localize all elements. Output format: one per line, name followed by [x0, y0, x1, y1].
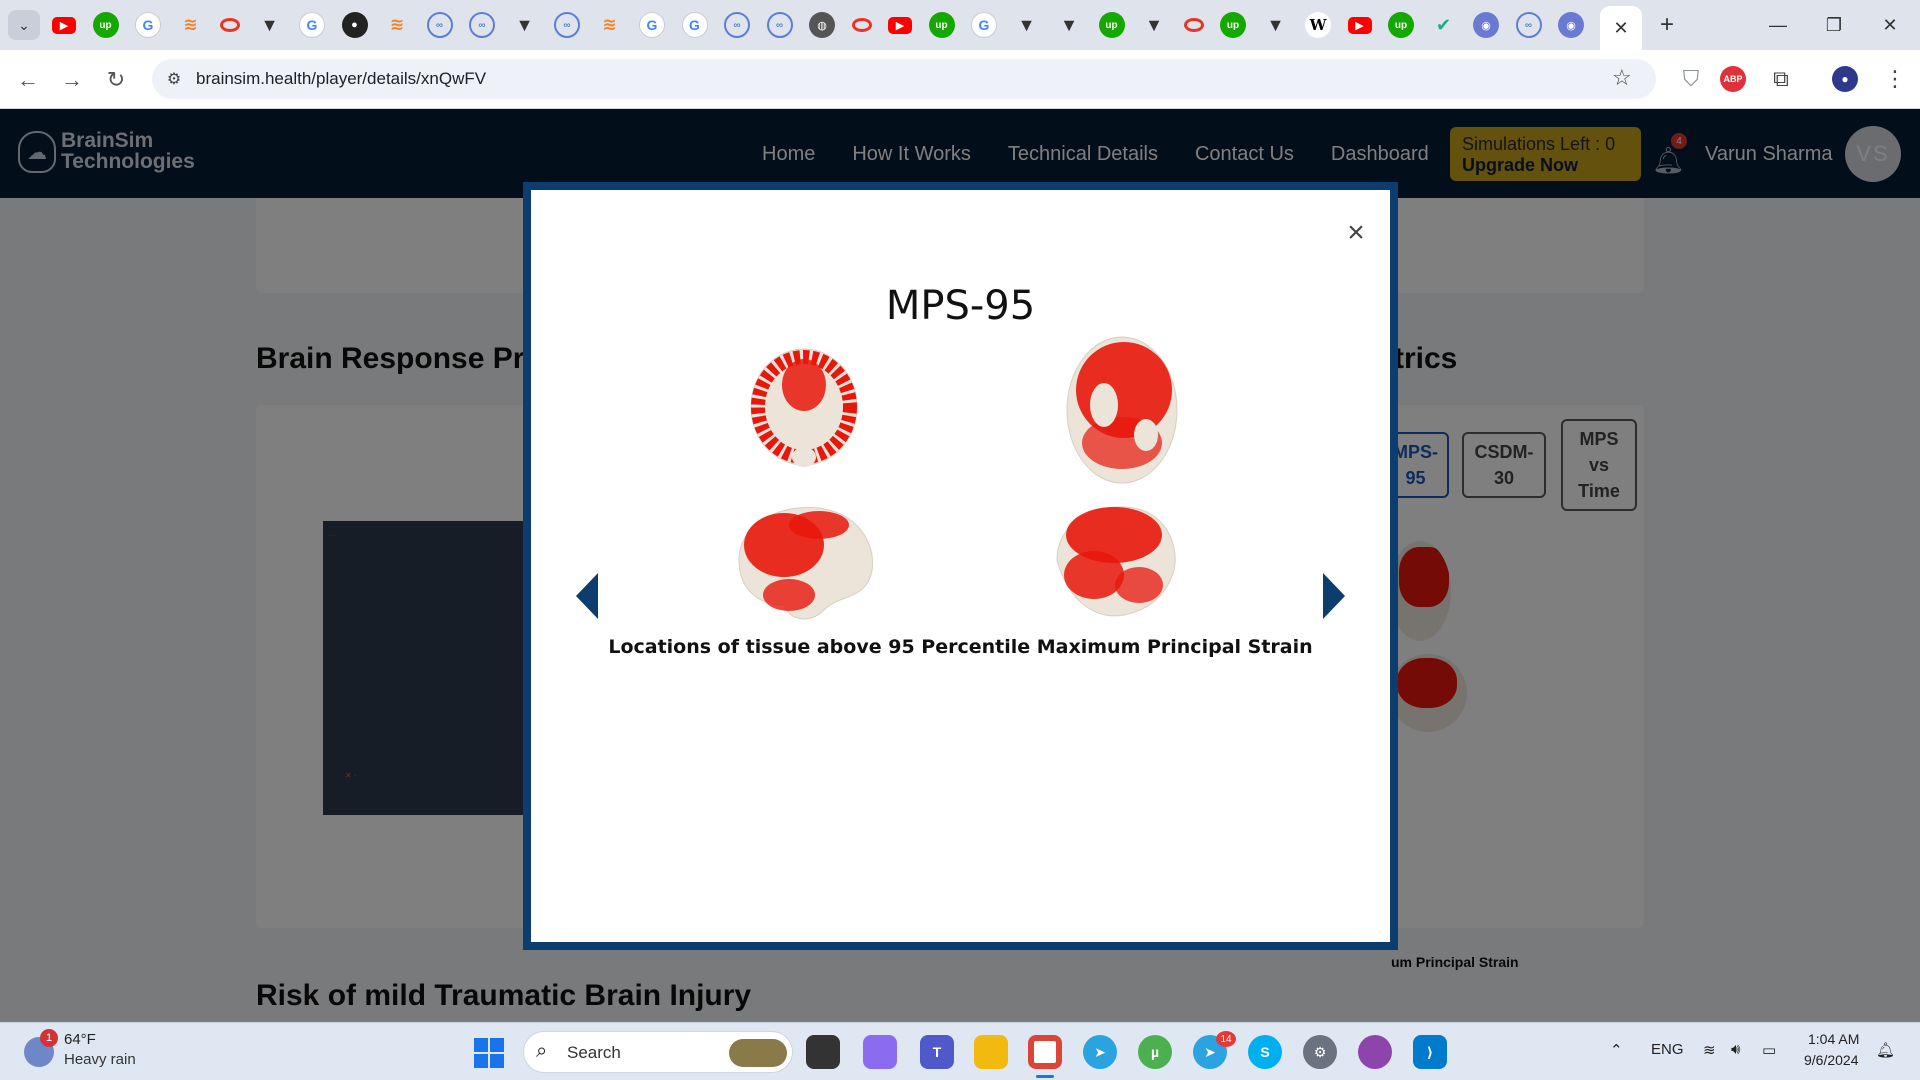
- browser-toolbar: ← → ↻ ⚙ brainsim.health/player/details/x…: [0, 50, 1920, 109]
- vscode-icon[interactable]: ⟩: [1413, 1035, 1447, 1069]
- tab-favicon-g-icon[interactable]: G: [299, 12, 325, 38]
- file-explorer-icon[interactable]: [974, 1035, 1008, 1069]
- chrome-active-indicator: [1036, 1075, 1054, 1078]
- tab-favicon-up-icon[interactable]: up: [92, 12, 119, 38]
- new-tab-button[interactable]: +: [1652, 10, 1682, 40]
- tab-favicon-pl-icon[interactable]: ▼: [1014, 12, 1040, 38]
- address-bar[interactable]: ⚙ brainsim.health/player/details/xnQwFV …: [152, 59, 1656, 99]
- brain-posterior-view-image: [750, 348, 858, 467]
- tab-favicon-yt-icon[interactable]: ▶: [52, 16, 76, 34]
- weather-alert-badge: 1: [40, 1029, 58, 1047]
- tab-favicon-pl-icon[interactable]: ▼: [1141, 12, 1167, 38]
- tab-favicon-w-icon[interactable]: W: [1305, 12, 1331, 38]
- tab-favicon-cl-icon[interactable]: ∞: [426, 12, 453, 38]
- tab-favicon-up-icon[interactable]: up: [928, 12, 955, 38]
- profile-avatar-icon[interactable]: ●: [1832, 66, 1858, 92]
- previous-arrow-button[interactable]: [576, 573, 598, 619]
- tab-favicon-cl-icon[interactable]: ∞: [724, 12, 750, 38]
- tab-favicon-cl-icon[interactable]: ∞: [469, 12, 495, 38]
- tab-favicon-cl-icon[interactable]: ∞: [766, 12, 793, 38]
- tab-favicon-yt-icon[interactable]: ▶: [1347, 16, 1372, 34]
- tab-favicon-gh-icon[interactable]: ●: [341, 12, 368, 38]
- tab-favicon-cl-icon[interactable]: ∞: [1515, 12, 1542, 38]
- shield-extension-icon[interactable]: ⛉: [1676, 64, 1706, 94]
- weather-description[interactable]: Heavy rain: [64, 1051, 136, 1068]
- copilot-icon[interactable]: [863, 1035, 897, 1069]
- task-view-icon[interactable]: [806, 1035, 840, 1069]
- tab-favicon-g-icon[interactable]: G: [681, 12, 708, 38]
- tab-favicon-yt-icon[interactable]: ▶: [888, 16, 912, 34]
- tab-favicon-ai-icon[interactable]: ◉: [1558, 12, 1584, 38]
- notification-center-bell-icon[interactable]: 🔔︎: [1876, 1041, 1895, 1059]
- brain-left-side-view-image: [738, 506, 874, 620]
- active-tab-close-button[interactable]: ✕: [1600, 6, 1642, 50]
- wifi-icon[interactable]: ≋: [1703, 1041, 1716, 1059]
- brain-top-view-image: [1066, 336, 1178, 484]
- telegram-icon[interactable]: ➤: [1083, 1035, 1117, 1069]
- adblock-extension-icon[interactable]: ABP: [1720, 66, 1746, 92]
- tab-favicon-ck-icon[interactable]: ✔: [1431, 12, 1457, 38]
- github-desktop-icon[interactable]: [1358, 1035, 1392, 1069]
- utorrent-icon[interactable]: µ: [1138, 1035, 1172, 1069]
- chrome-icon[interactable]: [1028, 1035, 1062, 1069]
- mps-95-modal: × MPS-95 Locations of tissue above 95 Pe…: [523, 182, 1398, 950]
- browser-tabstrip: ⌄ ▶ up G ≋ ▼ G ● ≋ ∞ ∞ ▼ ∞ ≋ G G ∞ ∞ ◍ ▶ up G ▼ ▼ up ▼ up ▼ W ▶ up ✔ ◉ ∞…: [0, 0, 1920, 50]
- volume-icon[interactable]: 🔊︎: [1731, 1041, 1740, 1058]
- telegram-unread-badge: 14: [1216, 1031, 1236, 1047]
- modal-close-button[interactable]: ×: [1341, 216, 1371, 249]
- clock-time[interactable]: 1:04 AM: [1808, 1031, 1859, 1047]
- browser-menu-icon[interactable]: ⋮: [1880, 64, 1910, 94]
- tab-favicon-op-icon[interactable]: [220, 18, 240, 32]
- tab-favicon-so-icon[interactable]: ≋: [597, 12, 623, 38]
- tab-favicon-pl-icon[interactable]: ▼: [1263, 12, 1289, 38]
- tab-favicon-so-icon[interactable]: ≋: [384, 12, 410, 38]
- forward-button[interactable]: →: [56, 64, 88, 96]
- start-button-windows-icon[interactable]: [474, 1038, 504, 1068]
- tab-favicon-g-icon[interactable]: G: [639, 12, 665, 38]
- tab-favicon-pl-icon[interactable]: ▼: [1056, 12, 1082, 38]
- weather-temperature[interactable]: 64°F: [64, 1031, 96, 1048]
- search-highlight-image: [729, 1039, 787, 1067]
- tab-favicon-up-icon[interactable]: up: [1098, 12, 1125, 38]
- tab-favicon-cl-icon[interactable]: ∞: [554, 12, 580, 38]
- clock-date[interactable]: 9/6/2024: [1804, 1052, 1859, 1068]
- battery-icon[interactable]: ▭: [1762, 1041, 1776, 1059]
- site-info-icon[interactable]: ⚙: [162, 67, 186, 91]
- extensions-puzzle-icon[interactable]: ⧉: [1766, 64, 1796, 94]
- tab-favicon-up-icon[interactable]: up: [1220, 12, 1246, 38]
- tab-favicon-g-icon[interactable]: G: [971, 12, 997, 38]
- windows-taskbar: 1 64°F Heavy rain ⌕ Search T ➤ µ ➤ 14 S …: [0, 1022, 1920, 1080]
- tab-favicon-g-icon[interactable]: G: [135, 12, 161, 38]
- modal-caption: Locations of tissue above 95 Percentile …: [608, 636, 1313, 658]
- tray-chevron-up-icon[interactable]: ⌃: [1610, 1041, 1623, 1059]
- tab-favicon-up-icon[interactable]: up: [1388, 12, 1414, 38]
- modal-title: MPS-95: [885, 283, 1036, 329]
- window-minimize-button[interactable]: —: [1750, 0, 1806, 50]
- tab-favicon-ai-icon[interactable]: ◉: [1473, 12, 1499, 38]
- tab-favicon-gl-icon[interactable]: ◍: [809, 12, 835, 38]
- tab-favicon-so-icon[interactable]: ≋: [178, 12, 204, 38]
- brain-right-side-view-image: [1056, 506, 1176, 617]
- tab-favicon-op-icon[interactable]: [1183, 18, 1204, 32]
- taskbar-search-box[interactable]: ⌕ Search: [523, 1031, 793, 1073]
- tab-favicon-list: ▶ up G ≋ ▼ G ● ≋ ∞ ∞ ▼ ∞ ≋ G G ∞ ∞ ◍ ▶ up G ▼ ▼ up ▼ up ▼ W ▶ up ✔ ◉ ∞ ◉: [52, 0, 1601, 50]
- bookmark-star-icon[interactable]: ☆: [1612, 65, 1632, 91]
- tab-search-button[interactable]: ⌄: [8, 10, 40, 40]
- language-indicator[interactable]: ENG: [1651, 1041, 1684, 1058]
- back-button[interactable]: ←: [12, 64, 44, 96]
- reload-button[interactable]: ↻: [100, 64, 132, 96]
- tab-favicon-pl-icon[interactable]: ▼: [257, 12, 283, 38]
- search-icon: ⌕: [536, 1040, 548, 1062]
- taskbar-search-label: Search: [567, 1043, 621, 1062]
- window-restore-button[interactable]: ❐: [1806, 0, 1862, 50]
- teams-icon[interactable]: T: [920, 1035, 954, 1069]
- url-text[interactable]: brainsim.health/player/details/xnQwFV: [196, 69, 486, 89]
- next-arrow-button[interactable]: [1323, 573, 1345, 619]
- skype-icon[interactable]: S: [1248, 1035, 1282, 1069]
- tab-favicon-op-icon[interactable]: [851, 18, 872, 32]
- tab-favicon-pl-icon[interactable]: ▼: [512, 12, 538, 38]
- window-close-button[interactable]: ✕: [1862, 0, 1918, 50]
- settings-gear-icon[interactable]: ⚙: [1303, 1035, 1337, 1069]
